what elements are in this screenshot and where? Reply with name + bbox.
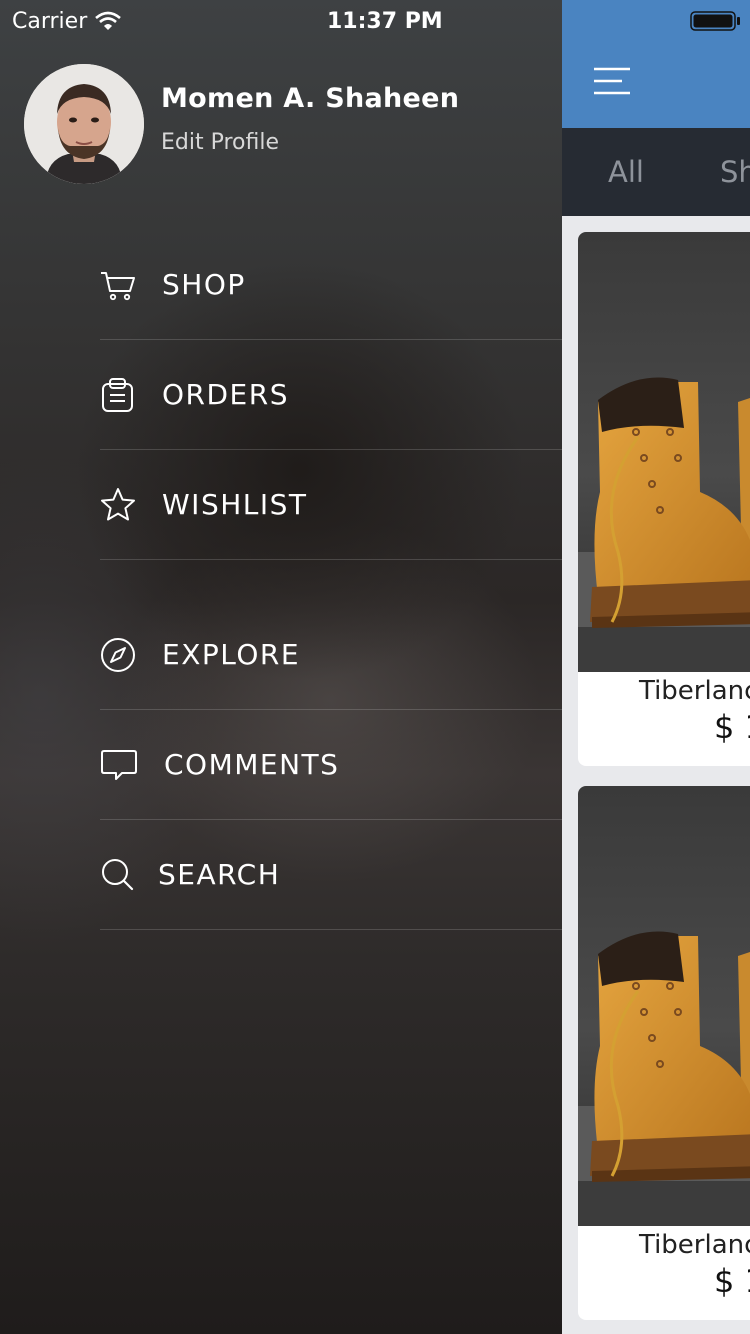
top-navbar	[562, 0, 750, 128]
menu-item-search[interactable]: SEARCH	[100, 820, 562, 930]
menu-item-comments[interactable]: COMMENTS	[100, 710, 562, 820]
search-icon	[102, 858, 134, 890]
clipboard-icon	[102, 377, 133, 412]
product-price: $ 1	[714, 708, 750, 746]
menu-label-explore: EXPLORE	[162, 638, 301, 671]
tab-shoes[interactable]: Sh	[720, 128, 750, 216]
avatar[interactable]	[24, 64, 144, 184]
menu-item-orders[interactable]: ORDERS	[100, 340, 562, 450]
hamburger-menu-icon[interactable]	[592, 66, 632, 98]
menu-label-wishlist: WISHLIST	[162, 488, 308, 521]
menu-item-explore[interactable]: EXPLORE	[100, 600, 562, 710]
avatar-portrait	[24, 64, 144, 184]
product-price: $ 1	[714, 1262, 750, 1300]
main-content: All Sh Tiberlanc $ Tiberlanc $	[562, 0, 750, 1334]
product-card[interactable]: Tiberlanc $ 1	[578, 786, 750, 1320]
edit-profile-link[interactable]: Edit Profile	[161, 130, 279, 155]
tab-all[interactable]: All	[608, 128, 644, 216]
side-drawer: Carrier 11:37 PM Momen A. Shaheen Edit P…	[0, 0, 562, 1334]
menu-label-comments: COMMENTS	[164, 748, 340, 781]
comment-icon	[101, 749, 137, 780]
category-tabs: All Sh	[562, 128, 750, 216]
menu-label-search: SEARCH	[158, 858, 281, 891]
product-card[interactable]: Tiberlanc $ 1	[578, 232, 750, 766]
status-carrier: Carrier	[12, 6, 122, 36]
menu-item-shop[interactable]: SHOP	[100, 230, 562, 340]
cart-icon	[101, 271, 135, 300]
compass-icon	[101, 637, 135, 672]
menu-label-orders: ORDERS	[162, 378, 289, 411]
star-icon	[101, 487, 135, 520]
carrier-label: Carrier	[12, 8, 88, 34]
menu-label-shop: SHOP	[162, 268, 246, 301]
product-name: Tiberlanc	[639, 676, 750, 706]
battery-icon	[690, 11, 740, 31]
menu-item-wishlist[interactable]: WISHLIST	[100, 450, 562, 560]
status-time: 11:37 PM	[327, 8, 443, 34]
profile-name: Momen A. Shaheen	[161, 83, 460, 114]
product-image	[578, 232, 750, 672]
product-image	[578, 786, 750, 1226]
product-name: Tiberlanc	[639, 1230, 750, 1260]
wifi-icon	[95, 11, 122, 30]
